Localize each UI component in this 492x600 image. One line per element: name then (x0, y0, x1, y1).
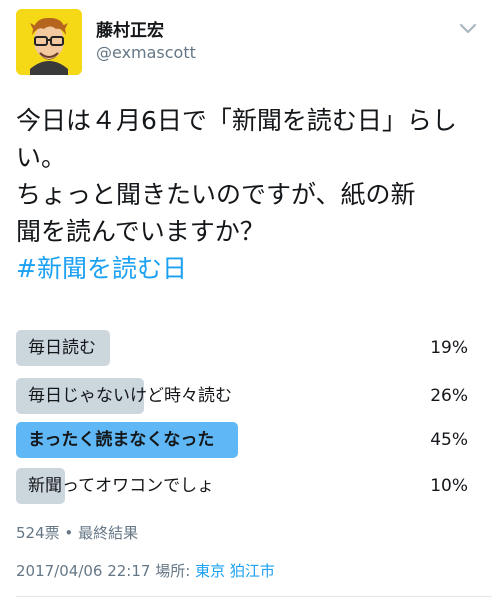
poll-option-percent: 19% (430, 338, 468, 358)
tweet-line: い。 (16, 143, 67, 172)
avatar-illustration (16, 9, 82, 75)
poll-option-4: 新聞ってオワコンでしょ 10% (16, 468, 468, 504)
poll-summary: 524票 • 最終結果 (16, 522, 138, 543)
chevron-down-icon[interactable] (458, 22, 478, 36)
location-link[interactable]: 東京 狛江市 (195, 562, 275, 580)
poll-option-label: 新聞ってオワコンでしょ (28, 476, 215, 496)
poll-option-percent: 26% (430, 386, 468, 406)
poll-option-3: まったく読まなくなった 45% (16, 422, 468, 458)
poll-option-percent: 10% (430, 476, 468, 496)
poll-option-percent: 45% (430, 430, 468, 450)
place-label: 場所: (155, 562, 191, 580)
hashtag-link[interactable]: #新聞を読む日 (16, 254, 187, 283)
poll-option-label: 毎日読む (28, 338, 96, 358)
poll-option-2: 毎日じゃないけど時々読む 26% (16, 378, 468, 414)
separator-dot: • (64, 524, 74, 542)
tweet-meta: 2017/04/06 22:17 場所: 東京 狛江市 (16, 560, 275, 581)
poll-option-label: 毎日じゃないけど時々読む (28, 386, 232, 406)
avatar[interactable] (16, 9, 82, 75)
tweet-line: 今日は４月6日で「新聞を読む日」らし (16, 106, 457, 135)
poll-option-label: まったく読まなくなった (28, 430, 215, 450)
divider (16, 596, 492, 597)
vote-count: 524票 (16, 524, 60, 542)
poll-option-1: 毎日読む 19% (16, 330, 468, 366)
author-handle[interactable]: @exmascott (96, 43, 196, 62)
poll-status: 最終結果 (78, 524, 139, 542)
tweet-line: 聞を読んでいますか？ (16, 217, 265, 246)
author-name[interactable]: 藤村正宏 (96, 16, 164, 41)
tweet-datetime[interactable]: 2017/04/06 22:17 (16, 562, 150, 580)
tweet-line: ちょっと聞きたいのですが、紙の新 (16, 180, 416, 209)
tweet-text: 今日は４月6日で「新聞を読む日」らし い。 ちょっと聞きたいのですが、紙の新 聞… (16, 102, 478, 287)
